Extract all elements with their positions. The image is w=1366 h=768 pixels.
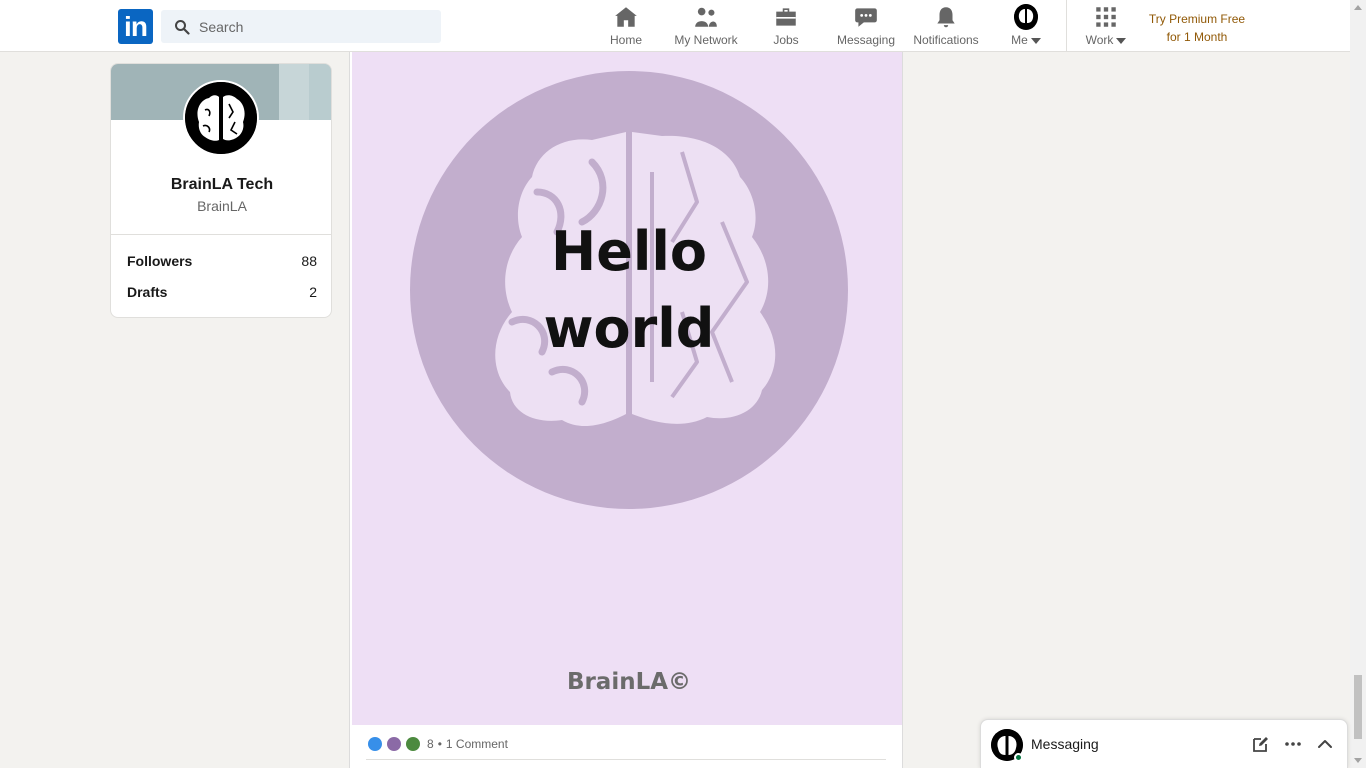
bell-icon (937, 7, 955, 28)
page-scrollbar[interactable] (1350, 0, 1366, 768)
grid-icon (1096, 7, 1116, 27)
user-reaction-icon (387, 737, 401, 751)
nav-my-network-label: My Network (674, 33, 738, 47)
search-bar[interactable] (161, 10, 441, 43)
nav-notifications-label: Notifications (913, 33, 979, 47)
premium-line-2: for 1 Month (1166, 30, 1228, 44)
nav-jobs[interactable]: Jobs (756, 4, 816, 48)
messaging-widget[interactable]: Messaging (980, 719, 1348, 768)
reaction-count[interactable]: 8 (427, 737, 434, 751)
scroll-thumb[interactable] (1354, 675, 1362, 739)
premium-line-1: Try Premium Free (1148, 12, 1246, 26)
divider (366, 759, 886, 760)
image-text-line2: world (544, 297, 715, 360)
linkedin-logo[interactable]: in (118, 9, 153, 44)
like-reaction-icon (368, 737, 382, 751)
nav-work[interactable]: Work (1078, 4, 1134, 48)
stat-drafts[interactable]: Drafts 2 (127, 284, 317, 300)
nav-work-label: Work (1078, 33, 1134, 47)
search-icon (175, 20, 190, 35)
chevron-down-icon (1116, 37, 1127, 44)
profile-subtitle: BrainLA (197, 198, 247, 214)
chat-icon (855, 8, 877, 27)
post-image[interactable]: Hello world BrainLA© (352, 52, 902, 725)
nav-me-label: Me (1000, 33, 1052, 47)
nav-messaging[interactable]: Messaging (834, 4, 898, 48)
compose-icon[interactable] (1251, 734, 1271, 754)
online-status-icon (1014, 753, 1023, 762)
comment-count[interactable]: 1 Comment (446, 737, 508, 751)
profile-avatar[interactable] (183, 80, 259, 156)
nav-messaging-label: Messaging (836, 33, 896, 47)
profile-name[interactable]: BrainLA Tech (111, 176, 331, 194)
feed-post: Hello world BrainLA© 8 • 1 Comment (349, 52, 903, 768)
chevron-down-icon (1030, 37, 1041, 44)
search-input[interactable] (199, 10, 435, 43)
nav-divider (1066, 0, 1067, 52)
chevron-up-icon[interactable] (1315, 734, 1335, 754)
nav-my-network[interactable]: My Network (670, 4, 742, 48)
brain-logo-icon (185, 82, 257, 154)
nav-notifications[interactable]: Notifications (908, 4, 984, 48)
image-text-line1: Hello (551, 220, 707, 283)
more-options-icon[interactable] (1283, 734, 1303, 754)
separator: • (437, 737, 442, 751)
stat-followers[interactable]: Followers 88 (127, 253, 317, 269)
reactions-bar[interactable]: 8 • 1 Comment (368, 736, 508, 752)
scroll-up-icon[interactable] (1354, 5, 1362, 10)
home-icon (615, 7, 637, 27)
messaging-title[interactable]: Messaging (1031, 736, 1099, 752)
me-avatar (1014, 4, 1038, 30)
divider (111, 234, 331, 235)
profile-card: BrainLA Tech BrainLA Followers 88 Drafts… (110, 63, 332, 318)
briefcase-icon (776, 8, 796, 26)
top-nav: in Home My Network Jobs (0, 0, 1350, 52)
network-icon (695, 7, 717, 27)
premium-link[interactable]: Try Premium Free for 1 Month (1137, 10, 1257, 46)
image-footer: BrainLA© (567, 669, 691, 695)
nav-me[interactable]: Me (1000, 4, 1052, 48)
stat-label: Drafts (127, 284, 168, 300)
nav-jobs-label: Jobs (773, 33, 799, 47)
user-reaction-icon (406, 737, 420, 751)
nav-home[interactable]: Home (596, 4, 656, 48)
stat-label: Followers (127, 253, 193, 269)
stat-value: 2 (309, 284, 317, 300)
nav-home-label: Home (609, 33, 642, 47)
scroll-down-icon[interactable] (1354, 758, 1362, 763)
stat-value: 88 (301, 253, 317, 269)
